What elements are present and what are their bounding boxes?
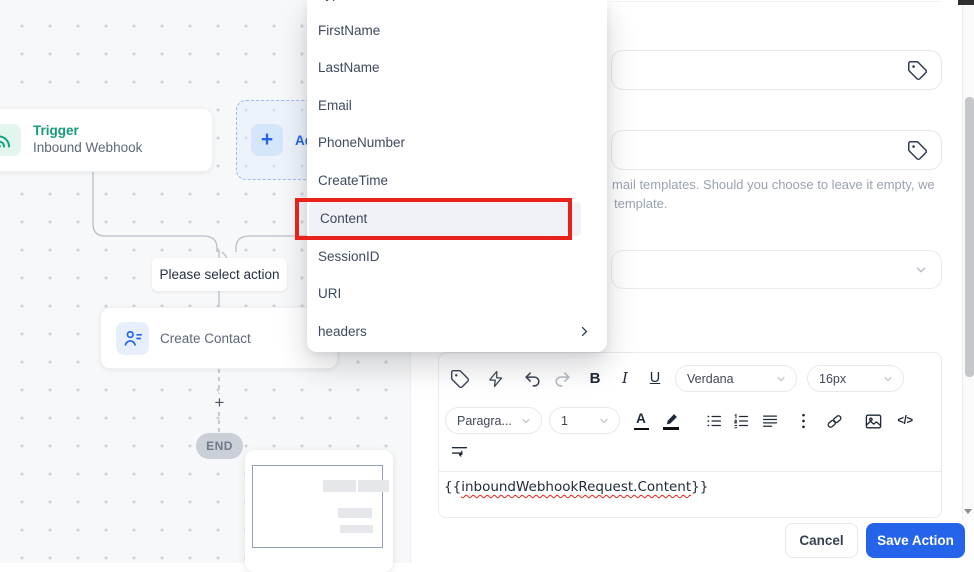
- text-color-button[interactable]: A: [629, 408, 653, 434]
- field-picker-menu: Type FirstName LastName Email PhoneNumbe…: [307, 0, 607, 352]
- helper-text-line2: template.: [614, 196, 668, 211]
- chevron-down-icon: [775, 373, 787, 385]
- italic-button[interactable]: I: [612, 365, 638, 391]
- undo-button[interactable]: [519, 366, 545, 392]
- skeleton-bar: [358, 480, 389, 492]
- create-contact-node[interactable]: Create Contact: [100, 307, 338, 369]
- rich-text-editor: B I U Verdana 16px Paragra... 1 A </> {{…: [438, 352, 942, 518]
- inbound-webhook-icon: [0, 124, 21, 156]
- chevron-right-icon: [578, 325, 591, 338]
- panel-divider: [611, 1, 942, 2]
- paragraph-style-value: Paragra...: [457, 413, 512, 428]
- menu-item-headers[interactable]: headers: [307, 315, 607, 349]
- trigger-node[interactable]: Trigger Inbound Webhook: [0, 108, 213, 172]
- insert-step-plus-icon[interactable]: +: [211, 394, 228, 411]
- trigger-title: Trigger: [33, 123, 79, 139]
- scrollbar-top-mark: [958, 0, 974, 5]
- color-bar: [633, 427, 649, 431]
- scrollbar-down-arrow-icon[interactable]: [964, 509, 972, 514]
- helper-text-line1: mail templates. Should you choose to lea…: [612, 177, 935, 192]
- cancel-button[interactable]: Cancel: [785, 523, 858, 558]
- tag-icon[interactable]: [907, 60, 928, 81]
- highlight-color-button[interactable]: [658, 408, 684, 434]
- preview-card[interactable]: [245, 450, 393, 572]
- subject-input[interactable]: [611, 50, 942, 90]
- paragraph-style-select[interactable]: Paragra...: [445, 407, 542, 434]
- code-view-button[interactable]: </>: [890, 408, 920, 434]
- font-size-value: 16px: [819, 371, 847, 386]
- line-height-select[interactable]: 1: [549, 407, 620, 434]
- end-badge: END: [196, 433, 243, 459]
- editor-divider: [439, 471, 941, 472]
- merge-token: inboundWebhookRequest.Content: [461, 479, 692, 495]
- font-size-select[interactable]: 16px: [807, 365, 904, 392]
- trigger-subtitle: Inbound Webhook: [33, 140, 143, 155]
- template-select[interactable]: [611, 250, 942, 289]
- line-height-value: 1: [561, 413, 568, 428]
- font-family-select[interactable]: Verdana: [675, 365, 797, 392]
- token-suffix: }}: [691, 479, 709, 495]
- menu-item-lastname[interactable]: LastName: [307, 51, 607, 85]
- chevron-down-icon: [598, 415, 610, 427]
- save-action-button[interactable]: Save Action: [866, 523, 965, 558]
- menu-item-content[interactable]: Content: [309, 202, 581, 236]
- menu-item-uri[interactable]: URI: [307, 277, 607, 311]
- editor-body[interactable]: {{inboundWebhookRequest.Content}}: [444, 479, 936, 495]
- menu-item-label: headers: [318, 324, 367, 339]
- skeleton-bar: [338, 508, 372, 518]
- chevron-down-icon: [520, 415, 532, 427]
- insert-link-button[interactable]: [820, 408, 848, 434]
- line-break-button[interactable]: [446, 439, 472, 463]
- contact-icon: [116, 321, 149, 355]
- token-prefix: {{: [444, 479, 462, 495]
- insert-image-button[interactable]: [859, 408, 887, 434]
- menu-item-sessionid[interactable]: SessionID: [307, 240, 607, 274]
- scrollbar-thumb[interactable]: [964, 97, 974, 377]
- chevron-down-icon: [882, 373, 894, 385]
- from-name-input[interactable]: [611, 130, 942, 170]
- insert-tag-button[interactable]: [447, 366, 473, 392]
- font-family-value: Verdana: [687, 371, 734, 386]
- underline-button[interactable]: U: [642, 365, 668, 391]
- menu-item-firstname[interactable]: FirstName: [307, 14, 607, 48]
- more-options-button[interactable]: [794, 408, 812, 434]
- panel-scrollbar[interactable]: [962, 0, 974, 520]
- create-contact-label: Create Contact: [160, 330, 251, 346]
- menu-item-phonenumber[interactable]: PhoneNumber: [307, 126, 607, 160]
- bullet-list-button[interactable]: [701, 408, 727, 434]
- action-prompt-label: Please select action: [152, 258, 287, 291]
- plus-icon: +: [251, 124, 283, 156]
- skeleton-bar: [340, 525, 373, 533]
- chevron-down-icon: [914, 263, 928, 277]
- numbered-list-button[interactable]: [728, 408, 754, 434]
- menu-item-email[interactable]: Email: [307, 89, 607, 123]
- tag-icon[interactable]: [907, 140, 928, 161]
- menu-item-createtime[interactable]: CreateTime: [307, 164, 607, 198]
- highlight-bar: [663, 427, 679, 430]
- bold-button[interactable]: B: [582, 365, 608, 391]
- align-button[interactable]: [757, 408, 783, 434]
- redo-button[interactable]: [549, 366, 575, 392]
- skeleton-bar: [323, 480, 356, 492]
- text-color-letter: A: [636, 410, 646, 426]
- preview-frame: [252, 465, 383, 548]
- menu-item-partial[interactable]: Type: [307, 0, 607, 6]
- dynamic-field-lightning-button[interactable]: [483, 366, 509, 392]
